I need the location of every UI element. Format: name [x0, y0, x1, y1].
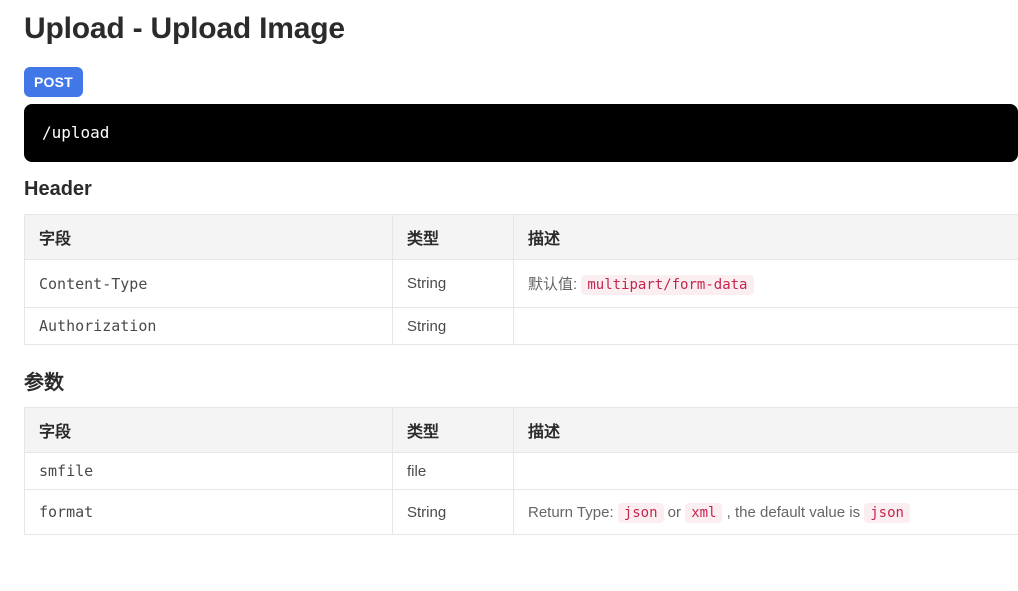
field-name: Authorization: [39, 317, 156, 335]
table-header-row: 字段 类型 描述: [25, 215, 1018, 260]
endpoint-path: /upload: [42, 123, 109, 142]
description-prefix: 默认值:: [528, 276, 577, 293]
column-header-type: 类型: [393, 215, 514, 260]
documentation-page: Upload - Upload Image POST /upload Heade…: [0, 0, 1018, 591]
field-type: String: [407, 318, 446, 335]
description-empty: [528, 463, 1004, 480]
params-table: 字段 类型 描述 smfile file format: [24, 407, 1018, 535]
http-method-badge: POST: [24, 67, 83, 97]
endpoint-code-block: /upload: [24, 104, 1018, 162]
cell-description: Return Type: json or xml , the default v…: [514, 490, 1018, 535]
field-type: String: [407, 275, 446, 292]
cell-description: [514, 453, 1018, 490]
field-name: format: [39, 503, 93, 521]
cell-type: String: [393, 260, 514, 308]
description-code-chip-json-2: json: [864, 503, 910, 523]
cell-type: file: [393, 453, 514, 490]
description-code-chip: multipart/form-data: [581, 275, 753, 295]
field-name: Content-Type: [39, 275, 147, 293]
table-row: smfile file: [25, 453, 1018, 490]
cell-description: [514, 308, 1018, 345]
column-header-type: 类型: [393, 408, 514, 453]
cell-field: Authorization: [25, 308, 393, 345]
column-header-description: 描述: [514, 215, 1018, 260]
field-type: file: [407, 463, 426, 480]
description-prefix: Return Type:: [528, 504, 614, 521]
table-row: Content-Type String 默认值: multipart/form-…: [25, 260, 1018, 308]
page-title: Upload - Upload Image: [24, 0, 1018, 49]
column-header-field: 字段: [25, 408, 393, 453]
cell-field: smfile: [25, 453, 393, 490]
description-empty: [528, 318, 1004, 335]
table-row: format String Return Type: json or xml ,…: [25, 490, 1018, 535]
table-header-row: 字段 类型 描述: [25, 408, 1018, 453]
description-default-text: , the default value is: [727, 504, 860, 521]
header-table: 字段 类型 描述 Content-Type String 默认值: multip…: [24, 214, 1018, 345]
cell-field: format: [25, 490, 393, 535]
cell-type: String: [393, 490, 514, 535]
description-code-chip-json-1: json: [618, 503, 664, 523]
cell-field: Content-Type: [25, 260, 393, 308]
section-heading-header: Header: [24, 162, 1018, 202]
http-method-row: POST: [24, 67, 1018, 97]
field-name: smfile: [39, 462, 93, 480]
column-header-description: 描述: [514, 408, 1018, 453]
description-code-chip-xml: xml: [685, 503, 722, 523]
table-row: Authorization String: [25, 308, 1018, 345]
section-heading-params: 参数: [24, 345, 1018, 396]
column-header-field: 字段: [25, 215, 393, 260]
cell-description: 默认值: multipart/form-data: [514, 260, 1018, 308]
cell-type: String: [393, 308, 514, 345]
description-separator-or: or: [668, 504, 681, 521]
field-type: String: [407, 504, 446, 521]
